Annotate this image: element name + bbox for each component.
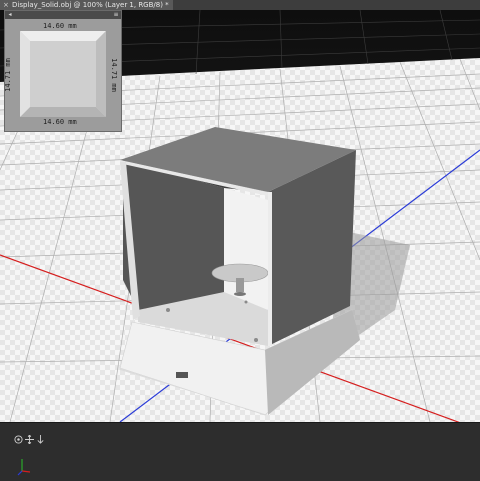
pedestal-foot <box>234 292 246 296</box>
screw-hole <box>254 338 258 342</box>
navigator-panel: ◂ ≡ 14.60 mm 14.60 mm 14.71 mm 14.71 mm <box>4 10 122 132</box>
navigator-preview[interactable] <box>20 31 106 117</box>
document-tab-title: Display_Solid.obj @ 100% (Layer 1, RGB/8… <box>12 1 169 9</box>
pedestal-stem <box>236 278 244 292</box>
dolly-icon[interactable] <box>36 435 45 444</box>
dimension-top: 14.60 mm <box>43 22 77 30</box>
axis-widget-icon <box>17 459 31 476</box>
interior-back-wall <box>224 188 268 310</box>
pan-icon[interactable] <box>25 435 34 444</box>
panel-menu-icon[interactable]: ≡ <box>112 11 120 19</box>
dimension-left: 14.71 mm <box>3 58 12 92</box>
orbit-icon[interactable] <box>14 435 23 444</box>
base-slot <box>176 372 188 378</box>
dimension-bottom: 14.60 mm <box>43 118 77 126</box>
dimension-right: 14.71 mm <box>109 58 118 92</box>
model-right-edge <box>268 192 272 346</box>
3d-tools-bar <box>0 422 480 481</box>
document-tab[interactable]: × Display_Solid.obj @ 100% (Layer 1, RGB… <box>0 0 173 10</box>
navigator-header: ◂ ≡ <box>5 11 121 19</box>
screw-hole <box>244 300 248 304</box>
collapse-icon[interactable]: ◂ <box>6 11 14 19</box>
close-tab-icon[interactable]: × <box>3 0 9 10</box>
screw-hole <box>166 308 170 312</box>
